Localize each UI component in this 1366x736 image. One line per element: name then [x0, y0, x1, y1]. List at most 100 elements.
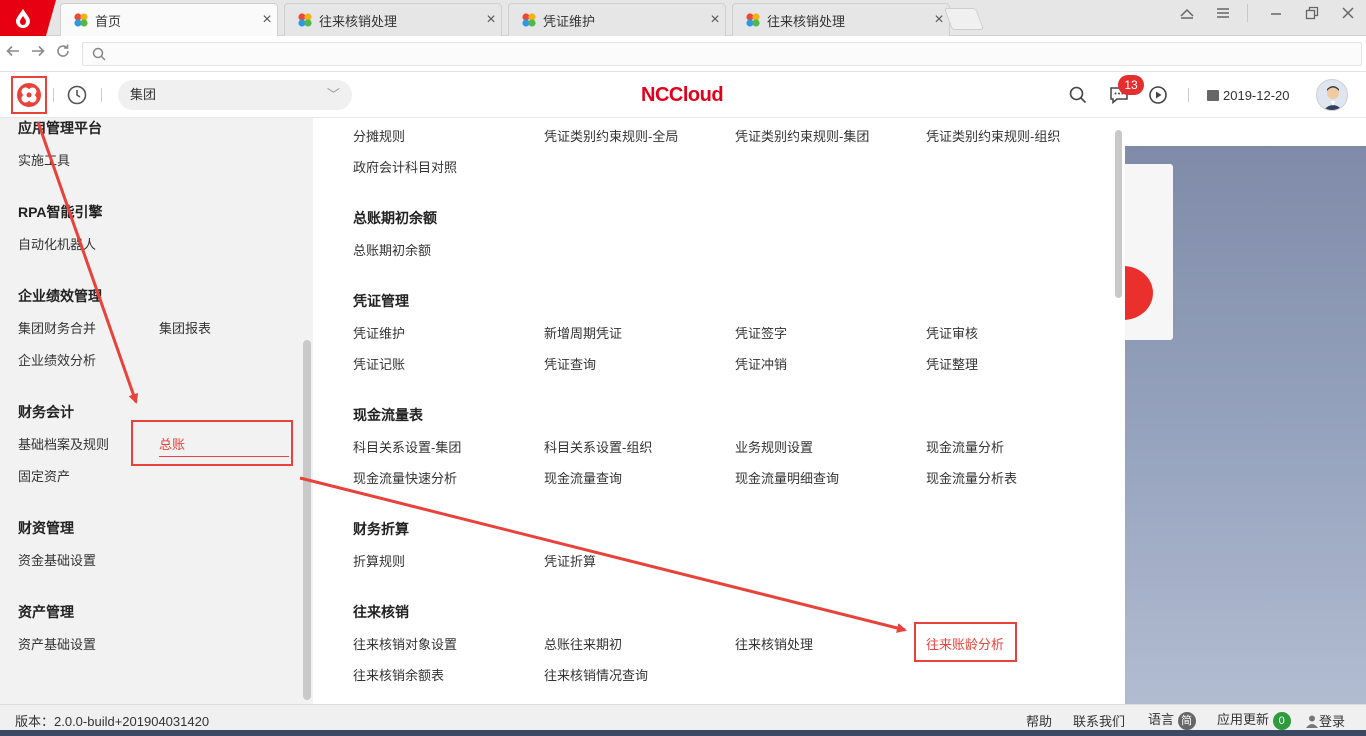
link-cashflow-quick[interactable]: 现金流量快速分析 — [353, 468, 457, 487]
menu-item-consolidation[interactable]: 集团财务合并 — [18, 318, 96, 337]
scrollbar[interactable] — [1115, 130, 1122, 298]
minimize-icon[interactable] — [1262, 3, 1290, 31]
link-apportion-rule[interactable]: 分摊规则 — [353, 126, 405, 145]
menu-group-title: 财资管理 — [18, 520, 74, 536]
forward-arrow-icon[interactable] — [27, 42, 49, 64]
group-select[interactable]: 集团 ﹀ — [118, 80, 352, 110]
browser-logo-icon[interactable] — [0, 0, 56, 36]
close-icon[interactable]: × — [705, 11, 725, 29]
os-taskbar — [0, 730, 1366, 736]
tab-label: 往来核销处理 — [319, 13, 398, 29]
menu-item-implementation-tools[interactable]: 实施工具 — [18, 150, 70, 169]
avatar[interactable] — [1316, 79, 1348, 111]
link-voucher-sign[interactable]: 凭证签字 — [735, 323, 787, 342]
menu-item-robot[interactable]: 自动化机器人 — [18, 234, 96, 253]
link-gl-current-opening[interactable]: 总账往来期初 — [544, 634, 622, 653]
business-date[interactable]: 2019-12-20 — [1207, 88, 1290, 103]
user-icon — [1306, 715, 1318, 728]
tab-home[interactable]: 首页 × — [60, 3, 278, 36]
link-reconcile-object[interactable]: 往来核销对象设置 — [353, 634, 457, 653]
menu-item-asset-settings[interactable]: 资产基础设置 — [18, 634, 96, 653]
section-title: 现金流量表 — [353, 407, 423, 423]
new-tab-button[interactable] — [943, 8, 985, 30]
menu-item-basic-archive[interactable]: 基础档案及规则 — [18, 434, 109, 453]
url-input[interactable] — [82, 42, 1362, 66]
link-reconcile-balance[interactable]: 往来核销余额表 — [353, 665, 444, 684]
divider — [1247, 4, 1248, 22]
close-icon[interactable]: × — [257, 11, 277, 29]
update-label: 应用更新 — [1217, 712, 1270, 727]
link-cashflow-detail[interactable]: 现金流量明细查询 — [735, 468, 839, 487]
menu-item-performance[interactable]: 企业绩效分析 — [18, 350, 96, 369]
divider — [53, 88, 54, 102]
link-voucher-conversion[interactable]: 凭证折算 — [544, 551, 596, 570]
app-menu-left: 应用管理平台 实施工具 RPA智能引擎 自动化机器人 企业绩效管理 集团财务合并… — [0, 118, 313, 704]
link-voucher-constraint-global[interactable]: 凭证类别约束规则-全局 — [544, 126, 678, 145]
link-reconcile-process[interactable]: 往来核销处理 — [735, 634, 813, 653]
link-cashflow-query[interactable]: 现金流量查询 — [544, 468, 622, 487]
search-icon[interactable] — [1068, 85, 1088, 108]
link-voucher-query[interactable]: 凭证查询 — [544, 354, 596, 373]
link-business-rule[interactable]: 业务规则设置 — [735, 437, 813, 456]
link-voucher-constraint-group[interactable]: 凭证类别约束规则-集团 — [735, 126, 869, 145]
notification-badge: 13 — [1118, 75, 1144, 95]
contact-link[interactable]: 联系我们 — [1073, 711, 1125, 730]
login-link[interactable]: 登录 — [1305, 711, 1345, 730]
tab-reconcile-process[interactable]: 往来核销处理 × — [284, 3, 502, 36]
skin-icon[interactable] — [1173, 3, 1201, 31]
section-title: 财务折算 — [353, 521, 409, 537]
scrollbar[interactable] — [303, 340, 311, 700]
app-update[interactable]: 应用更新 0 — [1217, 709, 1291, 730]
menu-group-title: 财务会计 — [18, 404, 74, 420]
link-voucher-maintain[interactable]: 凭证维护 — [353, 323, 405, 342]
link-gov-account-mapping[interactable]: 政府会计科目对照 — [353, 157, 457, 176]
refresh-icon[interactable] — [52, 42, 74, 64]
app-flower-icon — [298, 13, 312, 27]
status-bar: 版本：2.0.0-build+201904031420 帮助 联系我们 语言 简… — [0, 704, 1366, 730]
menu-group-title: 企业绩效管理 — [18, 288, 102, 304]
tab-reconcile-process-2[interactable]: 往来核销处理 × — [732, 3, 950, 36]
link-voucher-post[interactable]: 凭证记账 — [353, 354, 405, 373]
app-menu-logo-icon[interactable] — [11, 76, 47, 114]
calendar-icon — [1207, 90, 1219, 101]
active-underline — [159, 456, 289, 457]
link-voucher-reverse[interactable]: 凭证冲销 — [735, 354, 787, 373]
app-flower-icon — [522, 13, 536, 27]
menu-icon[interactable] — [1209, 3, 1237, 31]
menu-item-fixed-assets[interactable]: 固定资产 — [18, 466, 70, 485]
link-voucher-arrange[interactable]: 凭证整理 — [926, 354, 978, 373]
link-cashflow-table[interactable]: 现金流量分析表 — [926, 468, 1017, 487]
link-reconcile-status[interactable]: 往来核销情况查询 — [544, 665, 648, 684]
language-switch[interactable]: 语言 简 — [1148, 709, 1196, 730]
section-title: 往来核销 — [353, 604, 409, 620]
tab-voucher-maintain[interactable]: 凭证维护 × — [508, 3, 726, 36]
app-header: 集团 ﹀ NCCloud 13 2019-12-20 — [0, 72, 1366, 118]
close-icon[interactable]: × — [481, 11, 501, 29]
link-subject-relation-group[interactable]: 科目关系设置-集团 — [353, 437, 461, 456]
back-arrow-icon[interactable] — [2, 42, 24, 64]
link-voucher-audit[interactable]: 凭证审核 — [926, 323, 978, 342]
language-label: 语言 — [1148, 712, 1175, 727]
clock-icon[interactable] — [66, 84, 88, 109]
link-conversion-rule[interactable]: 折算规则 — [353, 551, 405, 570]
link-gl-opening-balance[interactable]: 总账期初余额 — [353, 240, 431, 259]
tab-label: 凭证维护 — [543, 13, 596, 29]
chevron-down-icon: ﹀ — [326, 87, 340, 102]
business-date-value: 2019-12-20 — [1223, 88, 1290, 103]
submenu-panel: 分摊规则 凭证类别约束规则-全局 凭证类别约束规则-集团 凭证类别约束规则-组织… — [313, 118, 1125, 704]
link-voucher-constraint-org[interactable]: 凭证类别约束规则-组织 — [926, 126, 1060, 145]
brand-logo: NCCloud — [641, 84, 724, 106]
close-window-icon[interactable] — [1334, 3, 1362, 31]
app-flower-icon — [74, 13, 88, 27]
restore-icon[interactable] — [1298, 3, 1326, 31]
language-badge: 简 — [1177, 711, 1196, 730]
tab-label: 首页 — [95, 13, 122, 29]
help-link[interactable]: 帮助 — [1026, 711, 1052, 730]
link-cashflow-analysis[interactable]: 现金流量分析 — [926, 437, 1004, 456]
menu-item-fund-settings[interactable]: 资金基础设置 — [18, 550, 96, 569]
menu-item-group-report[interactable]: 集团报表 — [159, 318, 211, 337]
link-subject-relation-org[interactable]: 科目关系设置-组织 — [544, 437, 652, 456]
play-circle-icon[interactable] — [1148, 85, 1168, 108]
tab-label: 往来核销处理 — [767, 13, 846, 29]
link-periodic-voucher[interactable]: 新增周期凭证 — [544, 323, 622, 342]
